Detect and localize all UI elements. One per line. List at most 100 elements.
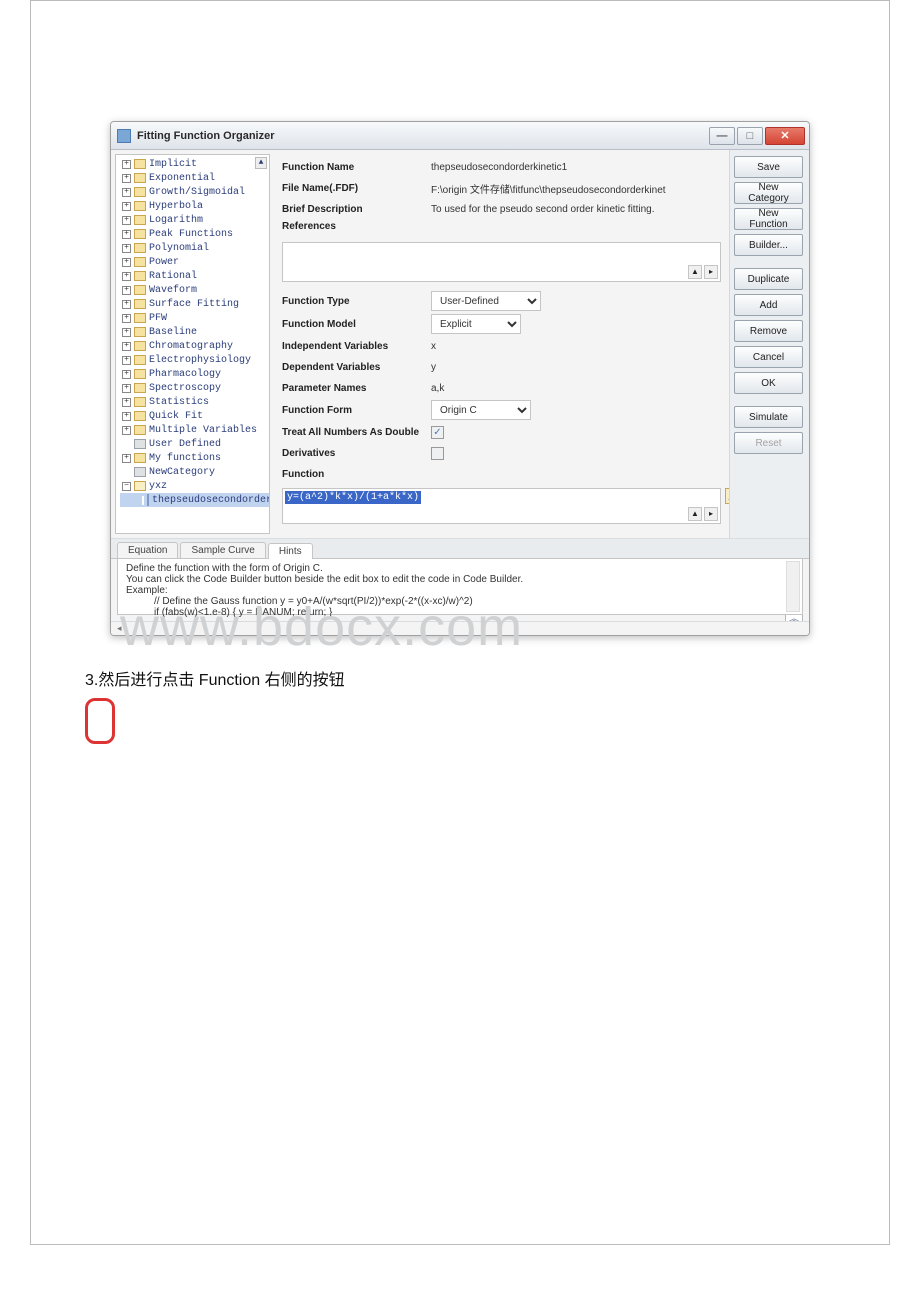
remove-button[interactable]: Remove	[734, 320, 803, 342]
scrollbar[interactable]	[786, 561, 800, 612]
folder-icon	[134, 397, 146, 407]
tree-item-power[interactable]: +Power	[120, 255, 269, 269]
save-button[interactable]: Save	[734, 156, 803, 178]
tree-item-thepseudosecondorderkin[interactable]: thepseudosecondorderkin	[120, 493, 269, 507]
expand-toggle-icon[interactable]: +	[122, 160, 131, 169]
builder-button[interactable]: Builder...	[734, 234, 803, 256]
tree-item-pfw[interactable]: +PFW	[120, 311, 269, 325]
expand-toggle-icon[interactable]: +	[122, 412, 131, 421]
folder-icon	[134, 411, 146, 421]
function-model-select[interactable]: Explicit	[431, 314, 521, 334]
function-type-select[interactable]: User-Defined	[431, 291, 541, 311]
scroll-up-icon[interactable]: ▲	[688, 507, 702, 521]
expand-toggle-icon[interactable]	[142, 496, 144, 505]
independent-variables-value: x	[431, 341, 721, 352]
minimize-button[interactable]: —	[709, 127, 735, 145]
function-model-label: Function Model	[282, 319, 427, 330]
scroll-up-icon[interactable]: ▲	[255, 157, 267, 169]
expand-toggle-icon[interactable]: +	[122, 244, 131, 253]
tree-item-hyperbola[interactable]: +Hyperbola	[120, 199, 269, 213]
expand-toggle-icon[interactable]: +	[122, 300, 131, 309]
expand-toggle-icon[interactable]: +	[122, 356, 131, 365]
tree-item-surface-fitting[interactable]: +Surface Fitting	[120, 297, 269, 311]
horizontal-scrollbar[interactable]: ◂	[111, 621, 809, 635]
tree-item-label: Waveform	[149, 285, 197, 296]
tree-item-growth-sigmoidal[interactable]: +Growth/Sigmoidal	[120, 185, 269, 199]
duplicate-button[interactable]: Duplicate	[734, 268, 803, 290]
expand-toggle-icon[interactable]: +	[122, 188, 131, 197]
expand-toggle-icon[interactable]: +	[122, 216, 131, 225]
tree-item-statistics[interactable]: +Statistics	[120, 395, 269, 409]
expand-toggle-icon[interactable]: +	[122, 398, 131, 407]
function-code-box[interactable]: y=(a^2)*k*x)/(1+a*k*x) ▲ ▸	[282, 488, 721, 524]
tab-sample-curve[interactable]: Sample Curve	[180, 542, 265, 558]
expand-toggle-icon[interactable]: +	[122, 258, 131, 267]
treat-as-double-checkbox[interactable]: ✓	[431, 426, 444, 439]
tree-item-electrophysiology[interactable]: +Electrophysiology	[120, 353, 269, 367]
expand-toggle-icon[interactable]: +	[122, 328, 131, 337]
expand-toggle-icon[interactable]: +	[122, 314, 131, 323]
function-form-select[interactable]: Origin C	[431, 400, 531, 420]
expand-toggle-icon[interactable]: +	[122, 384, 131, 393]
scroll-right-icon[interactable]: ▸	[704, 265, 718, 279]
expand-toggle-icon[interactable]: +	[122, 454, 131, 463]
reset-button[interactable]: Reset	[734, 432, 803, 454]
tree-item-waveform[interactable]: + Waveform	[120, 283, 269, 297]
folder-user-icon	[134, 467, 146, 477]
brief-description-label: Brief Description	[282, 204, 427, 215]
expand-toggle-icon[interactable]	[122, 468, 131, 477]
close-button[interactable]: ✕	[765, 127, 805, 145]
tree-item-implicit[interactable]: +Implicit	[120, 157, 269, 171]
code-builder-icon[interactable]: 🖉	[725, 488, 729, 504]
expand-toggle-icon[interactable]: +	[122, 342, 131, 351]
scroll-up-icon[interactable]: ▲	[688, 265, 702, 279]
expand-toggle-icon[interactable]: +	[122, 370, 131, 379]
tree-item-pharmacology[interactable]: +Pharmacology	[120, 367, 269, 381]
tree-item-label: Quick Fit	[149, 411, 203, 422]
references-textarea[interactable]: ▲ ▸	[282, 242, 721, 282]
ok-button[interactable]: OK	[734, 372, 803, 394]
tree-item-polynomial[interactable]: +Polynomial	[120, 241, 269, 255]
expand-toggle-icon[interactable]: +	[122, 426, 131, 435]
expand-toggle-icon[interactable]: +	[122, 272, 131, 281]
tree-item-peak-functions[interactable]: +Peak Functions	[120, 227, 269, 241]
tree-item-my-functions[interactable]: + My functions	[120, 451, 269, 465]
tree-item-multiple-variables[interactable]: +Multiple Variables	[120, 423, 269, 437]
expand-toggle-icon[interactable]: +	[122, 230, 131, 239]
tree-item-quick-fit[interactable]: + Quick Fit	[120, 409, 269, 423]
tree-item-newcategory[interactable]: NewCategory	[120, 465, 269, 479]
simulate-button[interactable]: Simulate	[734, 406, 803, 428]
dialog-title: Fitting Function Organizer	[137, 130, 703, 142]
new-category-button[interactable]: New Category	[734, 182, 803, 204]
tree-item-spectroscopy[interactable]: +Spectroscopy	[120, 381, 269, 395]
expand-toggle-icon[interactable]: −	[122, 482, 131, 491]
tree-item-logarithm[interactable]: +Logarithm	[120, 213, 269, 227]
scroll-right-icon[interactable]: ▸	[704, 507, 718, 521]
cancel-button[interactable]: Cancel	[734, 346, 803, 368]
tree-item-user-defined[interactable]: User Defined	[120, 437, 269, 451]
tree-item-chromatography[interactable]: +Chromatography	[120, 339, 269, 353]
tree-item-label: NewCategory	[149, 467, 215, 478]
expand-toggle-icon[interactable]: +	[122, 174, 131, 183]
titlebar[interactable]: Fitting Function Organizer — □ ✕	[111, 122, 809, 150]
expand-toggle-icon[interactable]: +	[122, 202, 131, 211]
scroll-left-icon[interactable]: ◂	[117, 623, 129, 635]
tree-item-exponential[interactable]: +Exponential	[120, 171, 269, 185]
new-function-button[interactable]: New Function	[734, 208, 803, 230]
add-button[interactable]: Add	[734, 294, 803, 316]
folder-icon	[134, 369, 146, 379]
tree-item-label: My functions	[149, 453, 221, 464]
tree-item-baseline[interactable]: +Baseline	[120, 325, 269, 339]
maximize-button[interactable]: □	[737, 127, 763, 145]
category-tree[interactable]: ▲ +Implicit+Exponential+Growth/Sigmoidal…	[115, 154, 270, 534]
folder-icon	[134, 341, 146, 351]
tree-item-yxz[interactable]: −yxz	[120, 479, 269, 493]
expand-toggle-icon[interactable]	[122, 440, 131, 449]
folder-icon	[134, 453, 146, 463]
tab-hints[interactable]: Hints	[268, 543, 313, 559]
tree-item-rational[interactable]: +Rational	[120, 269, 269, 283]
hints-text: Define the function with the form of Ori…	[126, 563, 794, 574]
derivatives-checkbox[interactable]	[431, 447, 444, 460]
tab-equation[interactable]: Equation	[117, 542, 178, 558]
expand-toggle-icon[interactable]: +	[122, 286, 131, 295]
